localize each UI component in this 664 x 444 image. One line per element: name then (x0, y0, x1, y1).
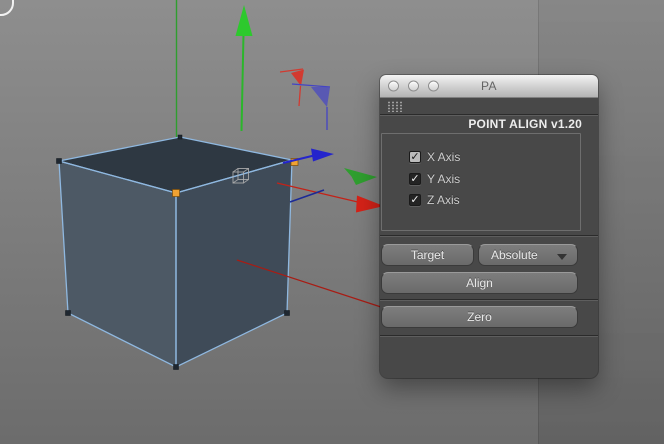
close-button[interactable] (388, 80, 399, 92)
cube[interactable] (56, 134, 299, 370)
mode-dropdown[interactable]: Absolute (478, 244, 578, 266)
separator (380, 114, 598, 116)
y-axis-label: Y Axis (427, 172, 461, 186)
z-axis-arrow-icon[interactable] (282, 148, 334, 164)
y-axis-checkbox[interactable]: ✓ (409, 173, 421, 185)
drag-grip-icon[interactable] (387, 101, 403, 112)
z-axis-label: Z Axis (427, 193, 460, 207)
green-chevron-icon (344, 168, 377, 185)
minimize-button[interactable] (408, 80, 419, 92)
x-axis-arrow-icon[interactable] (276, 182, 384, 213)
vertex-bottom-right[interactable] (284, 310, 290, 316)
plugin-title: POINT ALIGN v1.20 (468, 117, 582, 131)
zero-button[interactable]: Zero (381, 306, 578, 328)
vertex-top-back[interactable] (177, 134, 183, 140)
checkbox-row-z-axis[interactable]: ✓ Z Axis (409, 193, 460, 207)
window-body: POINT ALIGN v1.20 ✓ X Axis ✓ Y Axis ✓ Z … (380, 98, 598, 378)
red-wire-gizmo-icon (279, 68, 304, 107)
blue-wire-gizmo-icon (291, 83, 331, 130)
z-axis-checkbox[interactable]: ✓ (409, 194, 421, 206)
zoom-button[interactable] (428, 80, 439, 92)
point-align-window: PA POINT ALIGN v1.20 ✓ X Axis ✓ Y Axis ✓ (380, 75, 598, 378)
separator (380, 235, 598, 237)
grip-row (380, 98, 598, 114)
x-axis-checkbox[interactable]: ✓ (409, 151, 421, 163)
separator (380, 335, 598, 337)
y-axis-arrow-icon[interactable] (235, 5, 253, 132)
window-titlebar[interactable]: PA (380, 75, 598, 98)
axis-groupbox: ✓ X Axis ✓ Y Axis ✓ Z Axis (381, 133, 581, 231)
x-axis-label: X Axis (427, 150, 461, 164)
vertex-selected-front[interactable] (172, 189, 180, 197)
separator (380, 299, 598, 301)
checkbox-row-y-axis[interactable]: ✓ Y Axis (409, 172, 460, 186)
blue-segment (289, 189, 325, 203)
vertex-bottom-left[interactable] (65, 310, 71, 316)
vertex-top-left[interactable] (56, 158, 62, 164)
chevron-down-icon (557, 254, 567, 260)
target-button[interactable]: Target (381, 244, 474, 266)
cube-face-right[interactable] (176, 160, 292, 367)
vertex-bottom-front[interactable] (173, 364, 179, 370)
checkbox-row-x-axis[interactable]: ✓ X Axis (409, 150, 460, 164)
mode-dropdown-value: Absolute (491, 248, 538, 262)
align-button[interactable]: Align (381, 272, 578, 294)
cube-face-left[interactable] (59, 161, 176, 367)
viewport[interactable]: PA POINT ALIGN v1.20 ✓ X Axis ✓ Y Axis ✓ (0, 0, 664, 444)
